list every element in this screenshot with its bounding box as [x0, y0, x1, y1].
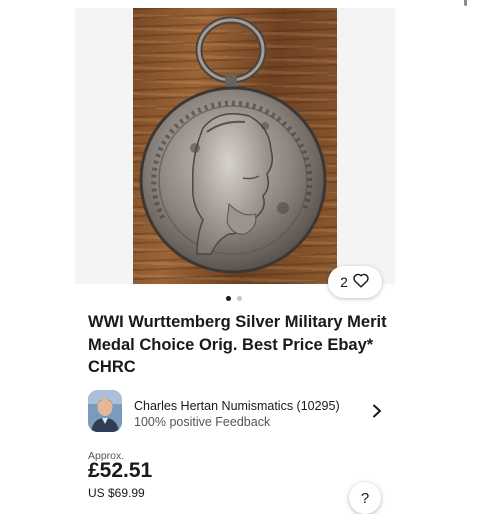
seller-avatar — [88, 390, 122, 432]
image-gallery[interactable]: 2 — [75, 8, 395, 298]
chevron-right-icon[interactable] — [372, 404, 382, 423]
help-icon: ? — [360, 489, 370, 507]
seller-row[interactable]: Charles Hertan Numismatics (10295) 100% … — [88, 390, 388, 432]
help-button[interactable]: ? — [349, 482, 381, 514]
watch-like-button[interactable]: 2 — [328, 266, 382, 298]
price-usd: US $69.99 — [88, 486, 145, 500]
price-gbp: £52.51 — [88, 459, 153, 482]
like-count: 2 — [340, 274, 348, 290]
heart-icon — [352, 272, 370, 293]
scroll-indicator[interactable] — [464, 0, 467, 6]
seller-name: Charles Hertan Numismatics (10295) — [134, 399, 340, 413]
carousel-dot[interactable] — [226, 296, 231, 301]
carousel-dot[interactable] — [237, 296, 242, 301]
carousel-dots[interactable] — [226, 296, 242, 301]
seller-feedback: 100% positive Feedback — [134, 415, 271, 429]
product-photo[interactable] — [133, 8, 337, 284]
listing-title: WWI Wurttemberg Silver Military Merit Me… — [88, 313, 387, 376]
